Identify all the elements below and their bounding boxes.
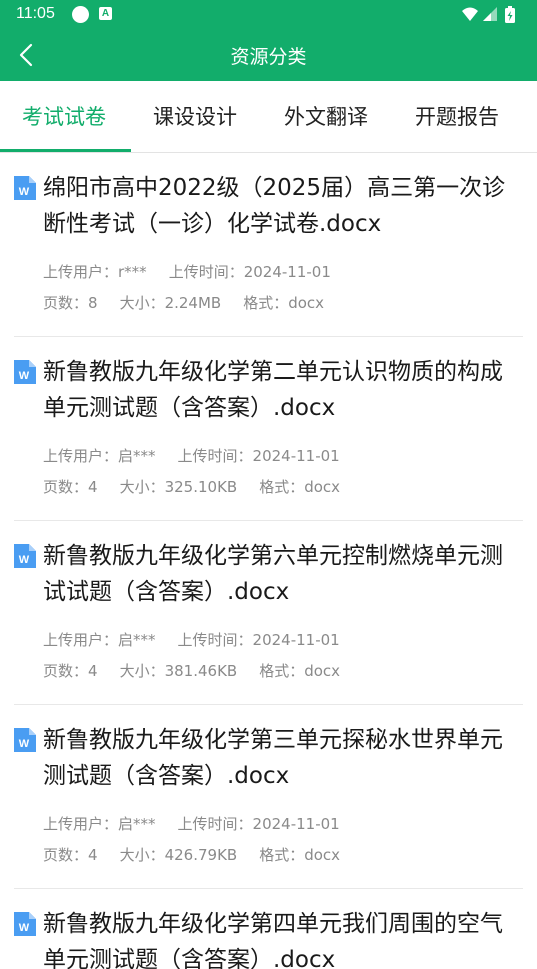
pages-value: 4 <box>88 846 98 864</box>
format-label: 格式： <box>259 846 305 864</box>
format-value: docx <box>304 662 341 680</box>
format-label: 格式： <box>259 662 305 680</box>
size-value: 381.46KB <box>164 662 238 680</box>
battery-icon <box>505 6 515 23</box>
uploader-label: 上传用户： <box>43 447 119 465</box>
upload-time-label: 上传时间： <box>177 447 253 465</box>
resource-list: W 绵阳市高中2022级（2025届）高三第一次诊断性考试（一诊）化学试卷.do… <box>0 153 537 969</box>
word-document-icon: W <box>14 544 36 568</box>
status-icons <box>461 5 521 25</box>
active-tab-indicator <box>0 149 131 152</box>
size-label: 大小： <box>119 478 165 496</box>
upload-time-value: 2024-11-01 <box>252 631 340 649</box>
upload-time-label: 上传时间： <box>177 815 253 833</box>
tab-exam-papers[interactable]: 考试试卷 <box>22 101 106 131</box>
item-title: 绵阳市高中2022级（2025届）高三第一次诊断性考试（一诊）化学试卷.docx <box>43 175 506 237</box>
upload-time-label: 上传时间： <box>177 631 253 649</box>
pages-value: 8 <box>88 294 98 312</box>
size-label: 大小： <box>119 846 165 864</box>
doc-icon-letter: W <box>19 738 30 750</box>
word-document-icon: W <box>14 728 36 752</box>
uploader-value: r*** <box>118 263 147 281</box>
upload-time-value: 2024-11-01 <box>252 815 340 833</box>
signal-icon <box>483 7 497 21</box>
notification-dot-icon <box>72 6 89 23</box>
uploader-label: 上传用户： <box>43 631 119 649</box>
doc-icon-letter: W <box>19 186 30 198</box>
uploader-label: 上传用户： <box>43 263 119 281</box>
doc-icon-letter: W <box>19 370 30 382</box>
list-item[interactable]: W 新鲁教版九年级化学第三单元探秘水世界单元测试题（含答案）.docx 上传用户… <box>14 705 523 889</box>
tab-proposal-report[interactable]: 开题报告 <box>415 101 499 131</box>
doc-icon-letter: W <box>19 554 30 566</box>
item-title: 新鲁教版九年级化学第二单元认识物质的构成单元测试题（含答案）.docx <box>43 359 503 421</box>
wifi-icon <box>462 7 478 21</box>
uploader-value: 启*** <box>118 631 156 649</box>
size-value: 325.10KB <box>164 478 238 496</box>
pages-label: 页数： <box>43 294 89 312</box>
pages-label: 页数： <box>43 662 89 680</box>
list-item[interactable]: W 新鲁教版九年级化学第四单元我们周围的空气单元测试题（含答案）.docx <box>14 889 523 969</box>
meta-row-info: 页数：4 大小：325.10KB 格式：docx <box>43 476 340 497</box>
format-value: docx <box>304 846 341 864</box>
format-value: docx <box>304 478 341 496</box>
pages-label: 页数： <box>43 846 89 864</box>
item-title: 新鲁教版九年级化学第四单元我们周围的空气单元测试题（含答案）.docx <box>43 911 503 969</box>
word-document-icon: W <box>14 912 36 936</box>
meta-row-upload: 上传用户：r*** 上传时间：2024-11-01 <box>43 261 331 282</box>
upload-time-value: 2024-11-01 <box>243 263 331 281</box>
pages-label: 页数： <box>43 478 89 496</box>
pages-value: 4 <box>88 478 98 496</box>
size-label: 大小： <box>119 662 165 680</box>
meta-row-info: 页数：8 大小：2.24MB 格式：docx <box>43 292 324 313</box>
app-bar: 资源分类 <box>0 30 537 81</box>
uploader-value: 启*** <box>118 815 156 833</box>
word-document-icon: W <box>14 360 36 384</box>
format-label: 格式： <box>243 294 289 312</box>
tab-translation[interactable]: 外文翻译 <box>284 101 368 131</box>
list-item[interactable]: W 绵阳市高中2022级（2025届）高三第一次诊断性考试（一诊）化学试卷.do… <box>14 153 523 337</box>
category-tabs: 考试试卷 课设设计 外文翻译 开题报告 <box>0 81 537 153</box>
pages-value: 4 <box>88 662 98 680</box>
upload-time-label: 上传时间： <box>168 263 244 281</box>
list-item[interactable]: W 新鲁教版九年级化学第二单元认识物质的构成单元测试题（含答案）.docx 上传… <box>14 337 523 521</box>
format-value: docx <box>288 294 325 312</box>
format-label: 格式： <box>259 478 305 496</box>
size-value: 426.79KB <box>164 846 238 864</box>
uploader-value: 启*** <box>118 447 156 465</box>
status-time: 11:05 <box>16 5 55 22</box>
item-title: 新鲁教版九年级化学第六单元控制燃烧单元测试试题（含答案）.docx <box>43 543 503 605</box>
word-document-icon: W <box>14 176 36 200</box>
size-label: 大小： <box>119 294 165 312</box>
tab-course-design[interactable]: 课设设计 <box>153 101 237 131</box>
meta-row-upload: 上传用户：启*** 上传时间：2024-11-01 <box>43 629 340 650</box>
item-title: 新鲁教版九年级化学第三单元探秘水世界单元测试题（含答案）.docx <box>43 727 503 789</box>
list-item[interactable]: W 新鲁教版九年级化学第六单元控制燃烧单元测试试题（含答案）.docx 上传用户… <box>14 521 523 705</box>
uploader-label: 上传用户： <box>43 815 119 833</box>
upload-time-value: 2024-11-01 <box>252 447 340 465</box>
a-notification-icon: A <box>99 7 112 20</box>
meta-row-upload: 上传用户：启*** 上传时间：2024-11-01 <box>43 445 340 466</box>
size-value: 2.24MB <box>164 294 222 312</box>
status-bar: 11:05 A <box>0 0 537 30</box>
meta-row-upload: 上传用户：启*** 上传时间：2024-11-01 <box>43 813 340 834</box>
doc-icon-letter: W <box>19 922 30 934</box>
meta-row-info: 页数：4 大小：426.79KB 格式：docx <box>43 844 340 865</box>
page-title: 资源分类 <box>230 46 307 68</box>
meta-row-info: 页数：4 大小：381.46KB 格式：docx <box>43 660 340 681</box>
